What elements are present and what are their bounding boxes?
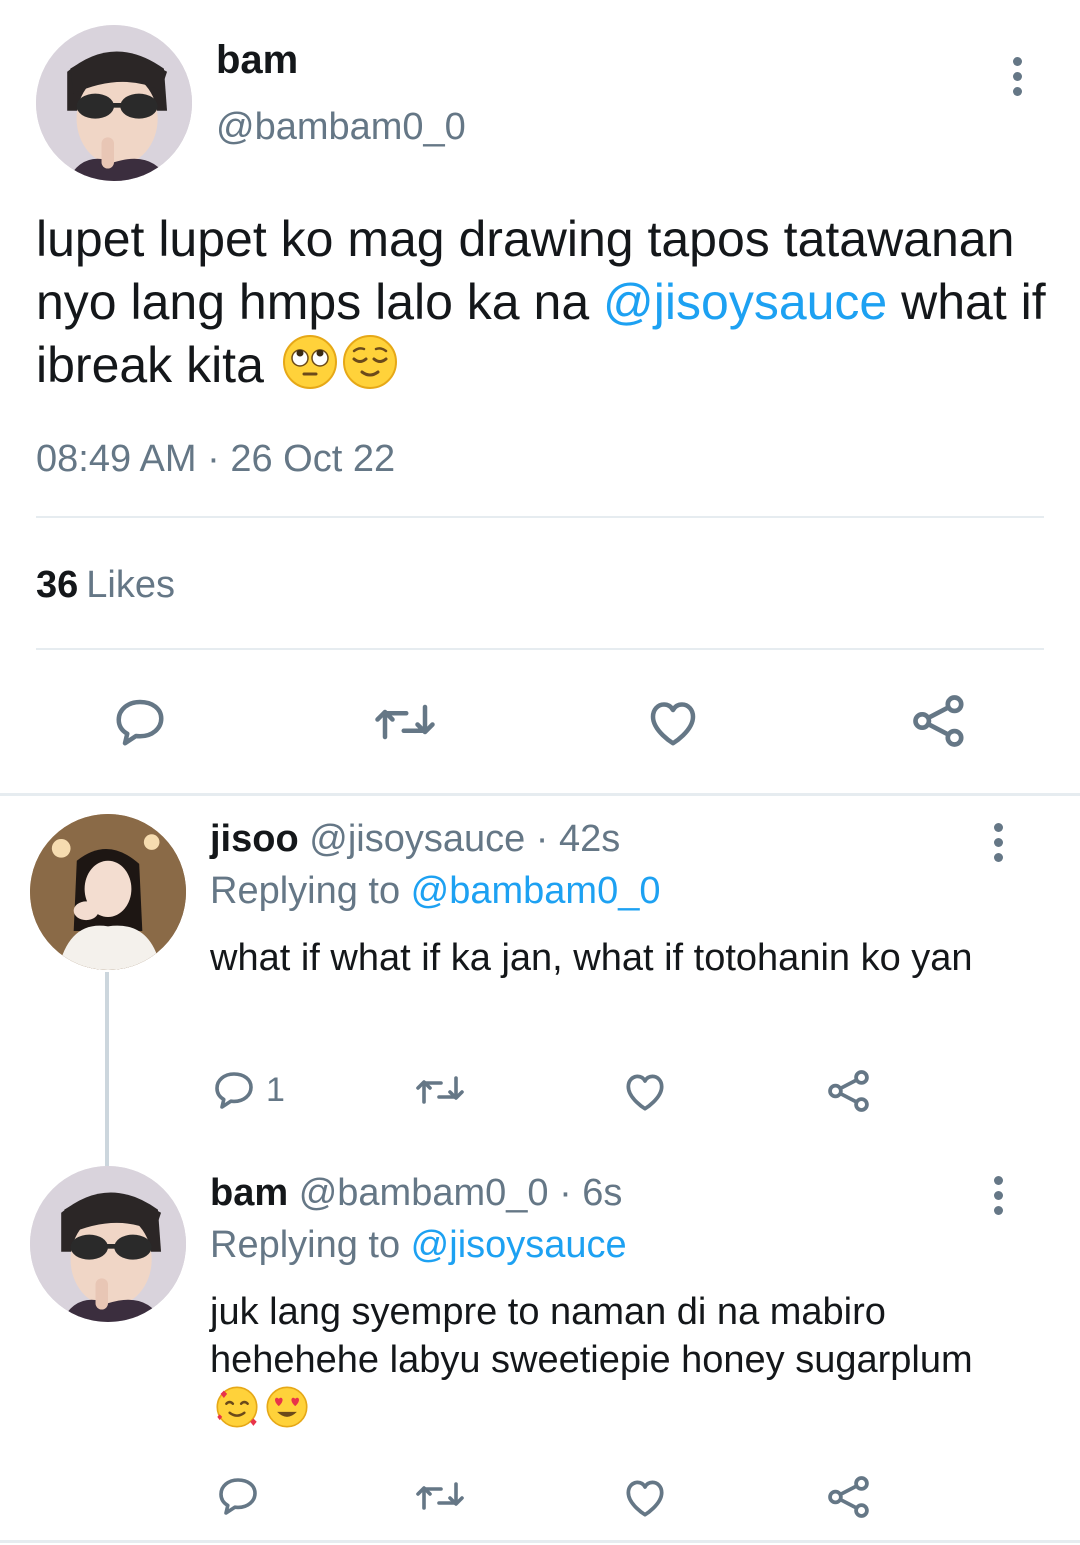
section-divider bbox=[0, 793, 1080, 796]
reply-icon bbox=[215, 1072, 253, 1109]
more-options-icon[interactable] bbox=[990, 1176, 1006, 1215]
replying-to-label: Replying to bbox=[210, 870, 411, 912]
display-name[interactable]: jisoo bbox=[210, 818, 299, 860]
replying-to-label: Replying to bbox=[210, 1224, 411, 1266]
relieved-face-emoji bbox=[342, 334, 398, 405]
tweet-text: lupet lupet ko mag drawing tapos tatawan… bbox=[36, 208, 1046, 405]
likes-label: Likes bbox=[86, 564, 175, 606]
share-button[interactable] bbox=[908, 690, 970, 752]
retweet-button[interactable] bbox=[372, 692, 438, 752]
display-name[interactable]: bam bbox=[210, 1172, 288, 1214]
avatar-portrait bbox=[36, 25, 192, 181]
share-icon bbox=[828, 1070, 869, 1112]
share-icon bbox=[913, 695, 964, 747]
mention-link[interactable]: @bambam0_0 bbox=[411, 870, 661, 912]
retweet-icon bbox=[416, 1076, 464, 1104]
retweet-button[interactable] bbox=[412, 1066, 468, 1114]
display-name[interactable]: bam bbox=[216, 38, 298, 83]
like-button[interactable] bbox=[620, 1066, 670, 1116]
more-options-icon[interactable] bbox=[1009, 57, 1025, 96]
heart-eyes-emoji bbox=[264, 1384, 310, 1442]
user-handle[interactable]: @bambam0_0 bbox=[216, 106, 466, 149]
replying-to: Replying to @bambam0_0 bbox=[210, 870, 661, 913]
like-icon bbox=[626, 1074, 664, 1111]
avatar[interactable] bbox=[30, 1166, 186, 1322]
tweet-timestamp[interactable]: 08:49 AM · 26 Oct 22 bbox=[36, 438, 395, 481]
replying-to: Replying to @jisoysauce bbox=[210, 1224, 627, 1267]
reply-icon bbox=[116, 699, 164, 746]
section-divider bbox=[0, 1540, 1080, 1543]
more-options-icon[interactable] bbox=[990, 823, 1006, 862]
handle-and-time[interactable]: @bambam0_0 · 6s bbox=[288, 1172, 623, 1214]
thread-connector bbox=[105, 972, 109, 1167]
likes-count[interactable]: 36 Likes bbox=[36, 564, 175, 607]
face-with-rolling-eyes-emoji bbox=[282, 334, 338, 405]
reply-button[interactable]: 1 bbox=[210, 1066, 285, 1114]
divider bbox=[36, 648, 1044, 650]
reply-icon bbox=[219, 1478, 257, 1515]
retweet-icon bbox=[416, 1482, 464, 1510]
divider bbox=[36, 516, 1044, 518]
reply-header: jisoo @jisoysauce · 42s bbox=[210, 818, 620, 861]
reply-header: bam @bambam0_0 · 6s bbox=[210, 1172, 622, 1215]
smiling-face-with-hearts-emoji bbox=[214, 1384, 260, 1442]
reply-button[interactable] bbox=[214, 1472, 262, 1520]
mention-link[interactable]: @jisoysauce bbox=[603, 274, 887, 330]
reply-text-content: juk lang syempre to naman di na mabiro h… bbox=[210, 1291, 973, 1381]
main-tweet: bam @bambam0_0 lupet lupet ko mag drawin… bbox=[0, 0, 1080, 795]
share-button[interactable] bbox=[824, 1066, 874, 1116]
likes-number: 36 bbox=[36, 564, 79, 606]
avatar-portrait bbox=[30, 814, 186, 970]
retweet-button[interactable] bbox=[412, 1472, 468, 1520]
retweet-icon bbox=[375, 704, 435, 740]
reply-count: 1 bbox=[266, 1070, 285, 1109]
reply-text: what if what if ka jan, what if totohani… bbox=[210, 937, 973, 979]
share-icon bbox=[828, 1476, 869, 1518]
like-button[interactable] bbox=[643, 692, 703, 752]
mention-link[interactable]: @jisoysauce bbox=[411, 1224, 627, 1266]
like-button[interactable] bbox=[620, 1472, 670, 1522]
share-button[interactable] bbox=[824, 1472, 874, 1522]
avatar-portrait bbox=[30, 1166, 186, 1322]
avatar[interactable] bbox=[30, 814, 186, 970]
like-icon bbox=[650, 702, 696, 746]
handle-and-time[interactable]: @jisoysauce · 42s bbox=[299, 818, 620, 860]
reply-text: juk lang syempre to naman di na mabiro h… bbox=[210, 1288, 990, 1442]
like-icon bbox=[626, 1480, 664, 1517]
avatar[interactable] bbox=[36, 25, 192, 181]
reply-button[interactable] bbox=[110, 692, 170, 752]
